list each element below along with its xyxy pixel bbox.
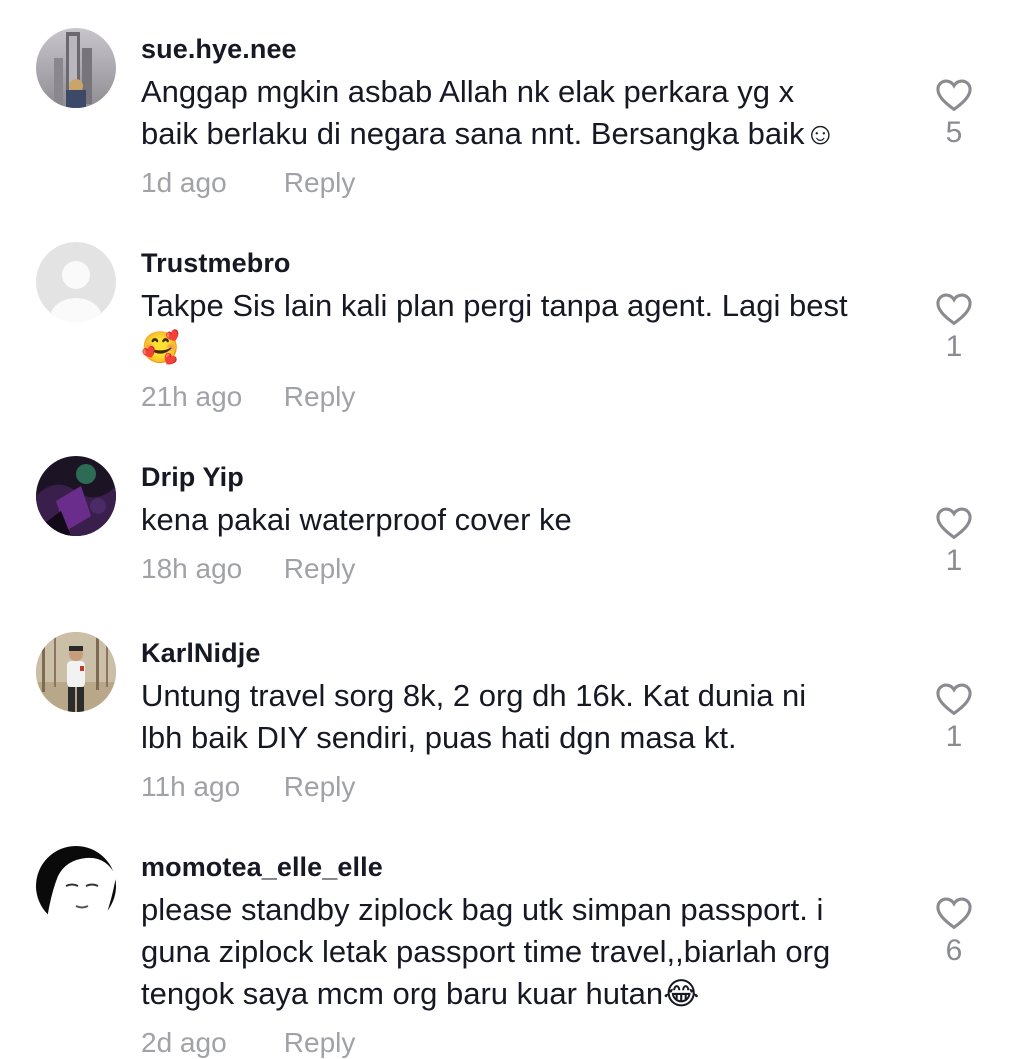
reply-button[interactable]: Reply (284, 771, 356, 802)
like-button[interactable]: 1 (932, 682, 976, 754)
like-count: 1 (945, 544, 963, 577)
comment-timestamp: 2d ago (141, 1027, 227, 1058)
comment-timestamp: 11h ago (141, 771, 241, 802)
avatar[interactable] (36, 28, 116, 108)
reply-button[interactable]: Reply (284, 1027, 356, 1058)
like-button[interactable]: 1 (932, 292, 976, 364)
comment-timestamp: 18h ago (141, 553, 243, 584)
like-button[interactable]: 5 (932, 78, 976, 150)
comment-meta: 1d ago Reply (141, 167, 355, 199)
comment-meta: 11h ago Reply (141, 771, 355, 803)
reply-button[interactable]: Reply (284, 553, 356, 584)
like-count: 5 (945, 116, 963, 149)
comment-text: kena pakai waterproof cover ke (141, 502, 572, 537)
comment-meta: 21h ago Reply (141, 381, 355, 413)
reply-button[interactable]: Reply (284, 167, 356, 198)
avatar[interactable] (36, 632, 116, 712)
heart-icon (936, 507, 972, 540)
comment-meta: 2d ago Reply (141, 1027, 355, 1059)
city-tower-photo-avatar-icon (36, 28, 116, 108)
default-person-avatar-icon (36, 242, 116, 322)
like-button[interactable]: 1 (932, 506, 976, 578)
comment-username[interactable]: Trustmebro (141, 248, 291, 279)
comment-timestamp: 1d ago (141, 167, 227, 198)
person-in-forest-avatar-icon (36, 632, 116, 712)
heart-icon (936, 79, 972, 112)
comment-text: Untung travel sorg 8k, 2 org dh 16k. Kat… (141, 678, 807, 755)
reply-button[interactable]: Reply (284, 381, 356, 412)
like-button[interactable]: 6 (932, 896, 976, 968)
avatar[interactable] (36, 242, 116, 322)
comment-text: Takpe Sis lain kali plan pergi tanpa age… (141, 288, 848, 365)
comment-username[interactable]: sue.hye.nee (141, 34, 297, 65)
comment-timestamp: 21h ago (141, 381, 243, 412)
comment-text: please standby ziplock bag utk simpan pa… (141, 892, 831, 1011)
heart-icon (936, 683, 972, 716)
comment-username[interactable]: KarlNidje (141, 638, 260, 669)
avatar[interactable] (36, 846, 116, 926)
comment-meta: 18h ago Reply (141, 553, 355, 585)
purple-dark-art-avatar-icon (36, 456, 116, 536)
comment-username[interactable]: Drip Yip (141, 462, 244, 493)
comment-text: Anggap mgkin asbab Allah nk elak perkara… (141, 74, 837, 151)
avatar[interactable] (36, 456, 116, 536)
heart-icon (936, 897, 972, 930)
like-count: 1 (945, 720, 963, 753)
like-count: 6 (945, 934, 963, 967)
black-white-portrait-avatar-icon (36, 846, 116, 926)
comment-username[interactable]: momotea_elle_elle (141, 852, 383, 883)
heart-icon (936, 293, 972, 326)
like-count: 1 (945, 330, 963, 363)
